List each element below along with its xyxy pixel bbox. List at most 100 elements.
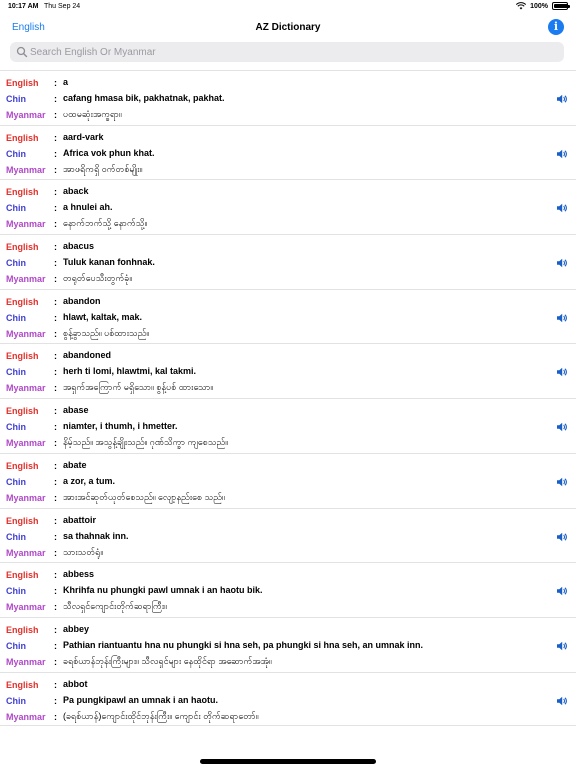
myanmar-label: Myanmar: [6, 383, 46, 394]
status-time: 10:17 AM: [8, 3, 39, 10]
chin-label: Chin: [6, 148, 26, 159]
list-item[interactable]: English: abase Chin: niamter, i thumh, i hm…: [0, 398, 576, 453]
speaker-icon[interactable]: [556, 694, 568, 706]
english-line: English: abacus: [0, 240, 540, 254]
list-item[interactable]: English: abattoir Chin: sa thahnak inn. Myan…: [0, 507, 576, 563]
english-word: abbess: [63, 569, 95, 580]
speaker-icon[interactable]: [556, 420, 568, 432]
list-item[interactable]: English: abandon Chin: hlawt, kaltak, mak. M…: [0, 288, 576, 344]
english-label: English: [6, 624, 39, 635]
list-item[interactable]: English: abbess Chin: Khrihfa nu phungki pa…: [0, 562, 576, 617]
chin-line: Chin: Pathian riantuantu hna nu phungki s…: [0, 639, 540, 653]
chin-translation: Africa vok phun khat.: [63, 147, 155, 158]
chin-label: Chin: [6, 695, 26, 706]
separator: :: [54, 679, 57, 690]
separator: :: [54, 422, 57, 433]
separator: :: [54, 711, 57, 722]
info-icon[interactable]: i: [548, 19, 564, 35]
chin-label: Chin: [6, 476, 26, 487]
chin-label: Chin: [6, 531, 26, 542]
speaker-icon[interactable]: [556, 201, 568, 213]
wifi-icon: [516, 2, 527, 10]
speaker-icon[interactable]: [556, 365, 568, 377]
chin-label: Chin: [6, 586, 26, 597]
myanmar-translation: အာဖရိကရှိ ဝက်တစ်မျိုး။: [63, 163, 143, 174]
myanmar-line: Myanmar: နောက်ဘက်သို့ နောက်သို့။: [0, 217, 540, 231]
speaker-icon[interactable]: [556, 256, 568, 268]
english-word: aard-vark: [63, 131, 104, 142]
english-line: English: abbess: [0, 568, 540, 582]
speaker-icon[interactable]: [556, 584, 568, 596]
search-bar[interactable]: [10, 42, 564, 62]
list-item[interactable]: English: abbey Chin: Pathian riantuantu hna…: [0, 616, 576, 672]
myanmar-label: Myanmar: [6, 547, 46, 558]
list-item[interactable]: English: abacus Chin: Tuluk kanan fonhnak. M…: [0, 234, 576, 289]
english-word: abandoned: [63, 350, 112, 361]
english-line: English: abbey: [0, 623, 540, 637]
chin-label: Chin: [6, 94, 26, 104]
list-item[interactable]: English: abate Chin: a zor, a tum. Myanmar: အ…: [0, 452, 576, 508]
separator: :: [54, 492, 57, 503]
list-item[interactable]: English: aard-vark Chin: Africa vok phun kh…: [0, 124, 576, 180]
separator: :: [54, 531, 57, 542]
myanmar-translation: ခရစ်ယာန်ဘုန်းကြီးများ။ သီလရှင်များ နေထို…: [63, 655, 272, 666]
separator: :: [54, 219, 57, 230]
english-word: abattoir: [63, 514, 97, 525]
separator: :: [54, 547, 57, 558]
status-date: Thu Sep 24: [44, 3, 81, 10]
speaker-icon[interactable]: [556, 147, 568, 159]
status-bar: 10:17 AM Thu Sep 24 100%: [0, 0, 576, 14]
separator: :: [54, 586, 57, 597]
speaker-icon[interactable]: [556, 311, 568, 323]
myanmar-translation: တရုတ်ပေသီးတွက်ခုံ။: [63, 273, 133, 284]
english-line: English: abattoir: [0, 514, 540, 528]
chin-line: Chin: sa thahnak inn.: [0, 530, 540, 544]
separator: :: [54, 476, 57, 487]
chin-translation: cafang hmasa bik, pakhatnak, pakhat.: [63, 93, 225, 103]
home-indicator: [200, 759, 376, 764]
english-label: English: [6, 679, 39, 690]
speaker-icon[interactable]: [556, 639, 568, 651]
list-item[interactable]: English: abandoned Chin: herh ti lomi, hlaw…: [0, 343, 576, 398]
english-line: English: aback: [0, 185, 540, 199]
chin-line: Chin: niamter, i thumh, i hmetter.: [0, 420, 540, 434]
english-word: abase: [63, 405, 89, 416]
separator: :: [54, 570, 57, 581]
myanmar-line: Myanmar: သီလရှင်ကျောင်းတိုက်ဆရာကြီး။: [0, 600, 540, 614]
separator: :: [54, 656, 57, 667]
search-input[interactable]: [30, 42, 550, 62]
english-line: English: abandoned: [0, 349, 540, 363]
speaker-icon[interactable]: [556, 92, 568, 104]
separator: :: [54, 94, 57, 104]
chin-translation: hlawt, kaltak, mak.: [63, 311, 143, 322]
chin-translation: a hnulei ah.: [63, 202, 113, 213]
chin-line: Chin: Pa pungkipawl an umnak i an haotu.: [0, 694, 540, 708]
chin-label: Chin: [6, 367, 26, 378]
speaker-icon[interactable]: [556, 530, 568, 542]
list-item[interactable]: English: abbot Chin: Pa pungkipawl an umnak…: [0, 671, 576, 727]
speaker-icon[interactable]: [556, 475, 568, 487]
myanmar-translation: အားအင်ဆုတ်ယုတ်စေသည်။ လျော့နည်းစေ သည်။: [63, 491, 225, 502]
list-item[interactable]: English: aback Chin: a hnulei ah. Myanmar: နေ…: [0, 179, 576, 234]
battery-icon: [552, 2, 570, 10]
myanmar-label: Myanmar: [6, 492, 46, 503]
myanmar-label: Myanmar: [6, 656, 46, 667]
chin-line: Chin: herh ti lomi, hlawtmi, kal takmi.: [0, 365, 540, 379]
chin-translation: niamter, i thumh, i hmetter.: [63, 421, 178, 432]
english-label: English: [6, 570, 39, 581]
myanmar-translation: စွန့်ခွာသည်။ ပစ်ထားသည်။: [63, 327, 150, 338]
myanmar-translation: သားသတ်ရုံ။: [63, 546, 104, 557]
myanmar-line: Myanmar: အာဖရိကရှိ ဝက်တစ်မျိုး။: [0, 163, 540, 177]
chin-translation: Tuluk kanan fonhnak.: [63, 257, 155, 268]
list-item[interactable]: English: a Chin: cafang hmasa bik, pakhatna…: [0, 70, 576, 125]
chin-label: Chin: [6, 203, 26, 214]
chin-label: Chin: [6, 258, 26, 269]
separator: :: [54, 695, 57, 706]
english-word: abbey: [63, 623, 90, 634]
chin-line: Chin: Khrihfa nu phungki pawl umnak i an …: [0, 584, 540, 598]
navigation-bar: English AZ Dictionary i: [0, 14, 576, 42]
myanmar-label: Myanmar: [6, 274, 46, 285]
english-label: English: [6, 351, 39, 362]
separator: :: [54, 258, 57, 269]
separator: :: [54, 296, 57, 307]
